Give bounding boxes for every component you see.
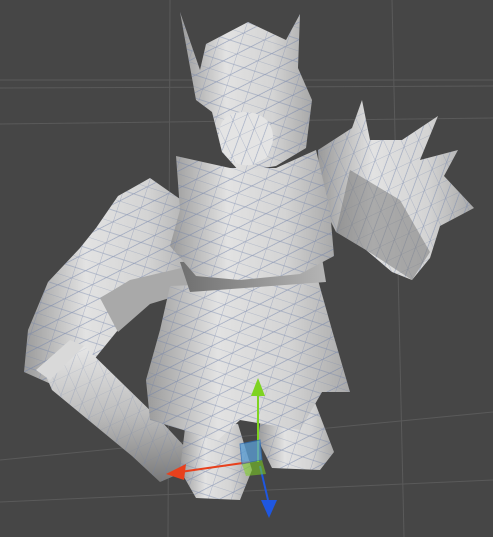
gizmo-xy-plane[interactable]	[239, 439, 263, 465]
scene-canvas[interactable]	[0, 0, 493, 537]
helmet	[180, 12, 312, 172]
knight-model[interactable]	[24, 12, 474, 500]
scene-viewport[interactable]	[0, 0, 493, 537]
torso	[146, 150, 350, 440]
gizmo-z-arrow[interactable]	[261, 500, 277, 518]
spiked-pauldron	[318, 100, 474, 280]
